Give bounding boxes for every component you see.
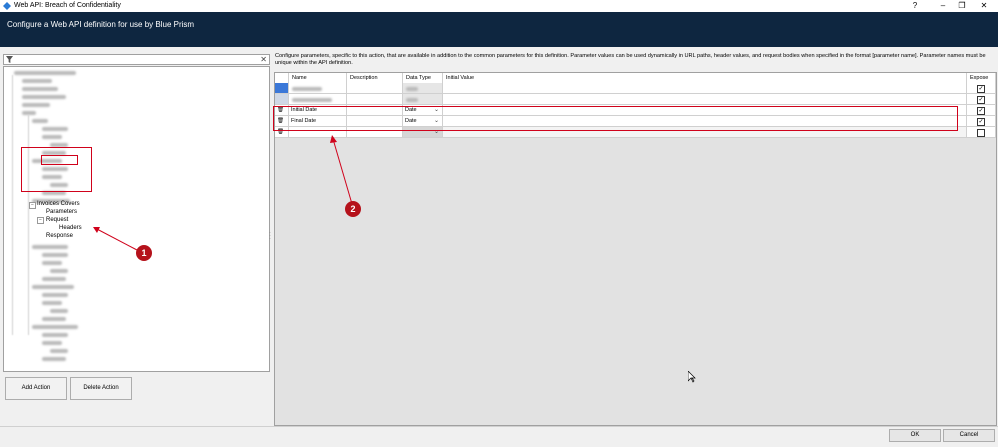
- column-header-name[interactable]: Name: [289, 73, 347, 83]
- highlight-box-invoices: [21, 147, 92, 192]
- window-title: Web API: Breach of Confidentiality: [14, 2, 121, 9]
- row-selector[interactable]: [275, 94, 289, 105]
- header-text: Configure a Web API definition for use b…: [7, 20, 195, 29]
- highlight-box-parameters: [41, 155, 78, 165]
- cancel-button[interactable]: Cancel: [943, 429, 995, 442]
- help-button[interactable]: ?: [906, 1, 924, 10]
- clear-filter-icon[interactable]: ✕: [260, 55, 267, 64]
- column-header-description[interactable]: Description: [347, 73, 403, 83]
- tree-node-request[interactable]: Request: [46, 217, 68, 223]
- expose-checkbox[interactable]: ✓: [977, 118, 985, 126]
- row-selector[interactable]: [275, 83, 289, 94]
- column-header-expose[interactable]: Expose: [967, 73, 996, 83]
- footer-bar: [0, 426, 998, 447]
- table-row[interactable]: ✓: [275, 94, 996, 105]
- actions-panel: ✕ − Invoices Covers Parameters − Request…: [3, 54, 270, 372]
- table-row[interactable]: ✓: [275, 83, 996, 94]
- collapse-icon[interactable]: −: [37, 217, 44, 224]
- filter-box[interactable]: ✕: [3, 54, 270, 65]
- expose-checkbox[interactable]: [977, 129, 985, 137]
- tree-node-headers[interactable]: Headers: [59, 225, 82, 231]
- restore-icon[interactable]: ❐: [953, 1, 971, 10]
- description-text: Configure parameters, specific to this a…: [275, 53, 986, 66]
- add-action-button[interactable]: Add Action: [5, 377, 67, 400]
- splitter-grip[interactable]: · · ·: [269, 230, 272, 242]
- delete-action-button[interactable]: Delete Action: [70, 377, 132, 400]
- tree-node-response[interactable]: Response: [46, 233, 73, 239]
- app-icon: [3, 2, 11, 10]
- expose-checkbox[interactable]: ✓: [977, 107, 985, 115]
- actions-tree[interactable]: − Invoices Covers Parameters − Request H…: [3, 66, 270, 372]
- callout-badge-2: 2: [345, 201, 361, 217]
- dialog-header: Configure a Web API definition for use b…: [0, 12, 998, 47]
- minimize-icon[interactable]: –: [934, 1, 952, 10]
- callout-badge-1: 1: [136, 245, 152, 261]
- filter-icon: [6, 56, 13, 63]
- ok-button[interactable]: OK: [889, 429, 941, 442]
- column-header-initial-value[interactable]: Initial Value: [443, 73, 967, 83]
- collapse-icon[interactable]: −: [29, 202, 36, 209]
- highlight-box-date-rows: [273, 106, 958, 131]
- mouse-cursor-icon: [688, 371, 696, 383]
- column-header-data-type[interactable]: Data Type: [403, 73, 443, 83]
- tree-node-parameters[interactable]: Parameters: [46, 209, 78, 215]
- close-icon[interactable]: ✕: [975, 1, 993, 10]
- tree-node-invoices-covers[interactable]: Invoices Covers: [37, 201, 80, 207]
- row-header-corner: [275, 73, 289, 83]
